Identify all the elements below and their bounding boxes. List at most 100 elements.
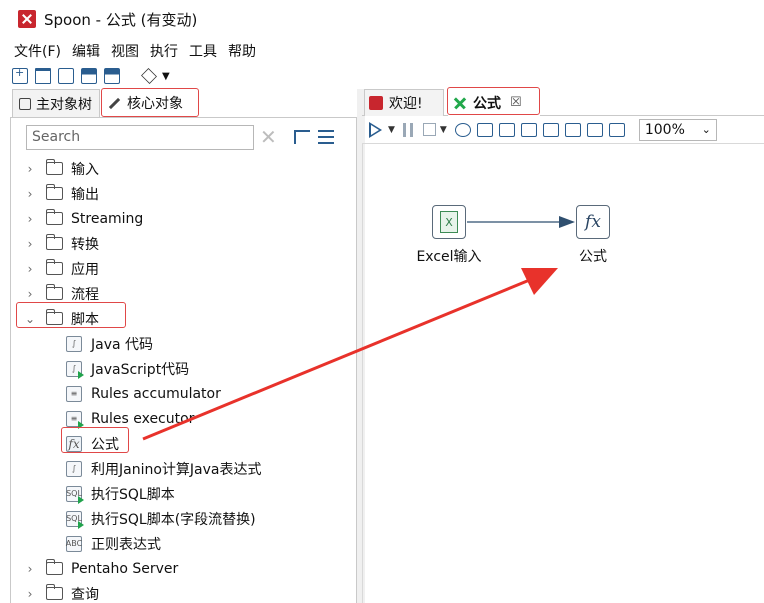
chevron-right-icon[interactable]: › <box>25 562 35 576</box>
folder-icon <box>46 309 63 325</box>
tree-step-java-code[interactable]: ∫ Java 代码 <box>66 331 153 356</box>
tree-category-transform[interactable]: › 转换 <box>25 231 99 256</box>
tab-main-objects[interactable]: 主对象树 <box>12 89 100 117</box>
tree-category-flow[interactable]: › 流程 <box>25 281 99 306</box>
explore-db-icon[interactable] <box>586 122 603 137</box>
zoom-select[interactable]: 100% ⌄ <box>638 118 717 141</box>
main-toolbar: ▼ <box>0 64 764 88</box>
menu-help[interactable]: 帮助 <box>228 41 256 61</box>
search-tree-icon <box>19 97 31 110</box>
tree-step-label: JavaScript代码 <box>91 361 190 378</box>
canvas-toolbar: ▼ ▼ 100% ⌄ <box>362 116 764 144</box>
menu-bar: 文件(F) 编辑 视图 执行 工具 帮助 <box>0 38 267 64</box>
tree-step-javascript[interactable]: ∫ JavaScript代码 <box>66 356 189 381</box>
tree-step-label: Rules accumulator <box>91 385 221 402</box>
search-input[interactable] <box>26 124 254 150</box>
replay-icon[interactable] <box>498 122 515 137</box>
tree-category-streaming[interactable]: › Streaming <box>25 206 143 231</box>
pause-icon[interactable] <box>402 122 413 137</box>
stop-icon[interactable] <box>422 123 436 136</box>
menu-edit[interactable]: 编辑 <box>72 41 100 61</box>
tree-step-rules-executor[interactable]: ≡ Rules executor <box>66 406 194 431</box>
menu-tools[interactable]: 工具 <box>189 41 217 61</box>
left-tab-bar: 主对象树 核心对象 <box>10 89 357 118</box>
tree-category-pentaho-server[interactable]: › Pentaho Server <box>25 556 178 581</box>
chevron-right-icon[interactable]: › <box>25 287 35 301</box>
janino-icon: ∫ <box>66 460 82 477</box>
chevron-right-icon[interactable]: › <box>25 587 35 601</box>
folder-icon <box>46 259 63 275</box>
tree-step-rules-accumulator[interactable]: ≡ Rules accumulator <box>66 381 221 406</box>
tree-category-lookup[interactable]: › 查询 <box>25 581 99 603</box>
perspective-layers-icon[interactable] <box>141 68 157 84</box>
verify-icon[interactable] <box>520 122 537 137</box>
pencil-icon <box>108 97 121 109</box>
folder-icon <box>46 234 63 250</box>
tree-category-label: 转换 <box>71 236 99 253</box>
save-as-icon[interactable] <box>104 68 120 84</box>
menu-run[interactable]: 执行 <box>150 41 178 61</box>
chevron-right-icon[interactable]: › <box>25 187 35 201</box>
spoon-icon <box>369 96 383 110</box>
search-row: ✕ <box>26 124 334 150</box>
tree-category-label: 应用 <box>71 261 99 278</box>
tree-category-label: 查询 <box>71 586 99 603</box>
sql-icon[interactable] <box>564 122 581 137</box>
chevron-right-icon[interactable]: › <box>25 212 35 226</box>
clear-search-icon[interactable]: ✕ <box>260 125 278 149</box>
chevron-right-icon[interactable]: › <box>25 262 35 276</box>
tree-category-scripting[interactable]: ⌄ 脚本 <box>25 306 99 331</box>
show-results-icon[interactable] <box>608 122 625 137</box>
impact-icon[interactable] <box>542 122 559 137</box>
chevron-down-icon[interactable]: ⌄ <box>25 312 35 326</box>
close-tab-icon[interactable]: ☒ <box>510 95 522 110</box>
folder-icon <box>46 284 63 300</box>
collapse-tree-icon[interactable] <box>294 130 310 144</box>
tree-category-label: 流程 <box>71 286 99 303</box>
tree-step-label: Rules executor <box>91 410 195 427</box>
open-file-icon[interactable] <box>35 68 51 84</box>
chevron-right-icon[interactable]: › <box>25 237 35 251</box>
tree-category-utility[interactable]: › 应用 <box>25 256 99 281</box>
menu-file[interactable]: 文件(F) <box>14 41 61 61</box>
chevron-down-icon[interactable]: ▼ <box>162 71 170 82</box>
tree-step-janino[interactable]: ∫ 利用Janino计算Java表达式 <box>66 456 261 481</box>
tree-category-output[interactable]: › 输出 <box>25 181 99 206</box>
tree-step-label: 正则表达式 <box>91 536 161 553</box>
tree-step-formula[interactable]: fx 公式 <box>66 431 119 456</box>
explore-repository-icon[interactable] <box>58 68 74 84</box>
debug-icon[interactable] <box>476 122 493 137</box>
sql-script-icon: SQL <box>66 485 84 504</box>
javascript-icon: ∫ <box>66 360 84 379</box>
folder-icon <box>46 559 63 575</box>
sql-script-field-icon: SQL <box>66 510 84 529</box>
tree-step-sql-script-field[interactable]: SQL 执行SQL脚本(字段流替换) <box>66 506 256 531</box>
window-title: Spoon - 公式 (有变动) <box>44 10 198 29</box>
tree-step-sql-script[interactable]: SQL 执行SQL脚本 <box>66 481 175 506</box>
tree-step-regex[interactable]: ABC 正则表达式 <box>66 531 161 556</box>
tab-welcome[interactable]: 欢迎! <box>364 89 444 116</box>
hop-arrowhead <box>559 216 575 228</box>
tab-core-objects[interactable]: 核心对象 <box>102 89 197 117</box>
tree-category-label: Pentaho Server <box>71 560 179 577</box>
editor-tab-bar: 欢迎! 公式 ☒ <box>362 89 764 116</box>
tree-step-label: 执行SQL脚本(字段流替换) <box>91 511 256 528</box>
chevron-right-icon[interactable]: › <box>25 162 35 176</box>
preview-icon[interactable] <box>454 122 471 137</box>
menu-view[interactable]: 视图 <box>111 41 139 61</box>
expand-list-icon[interactable] <box>318 130 334 144</box>
transformation-canvas[interactable]: X Excel输入 fx 公式 <box>362 144 764 603</box>
tree-category-input[interactable]: › 输入 <box>25 156 99 181</box>
hop-connector[interactable] <box>363 144 764 344</box>
chevron-down-icon[interactable]: ▼ <box>440 125 447 135</box>
tab-formula[interactable]: 公式 ☒ <box>448 89 540 116</box>
regex-icon: ABC <box>66 535 82 552</box>
tree-step-label: 执行SQL脚本 <box>91 486 175 503</box>
spoon-app-icon <box>18 10 36 28</box>
run-icon[interactable] <box>369 121 382 138</box>
new-file-icon[interactable] <box>12 66 28 84</box>
chevron-down-icon[interactable]: ▼ <box>388 125 395 135</box>
chevron-down-icon: ⌄ <box>701 123 711 136</box>
save-icon[interactable] <box>81 68 97 84</box>
tree-step-label: 利用Janino计算Java表达式 <box>91 461 262 478</box>
